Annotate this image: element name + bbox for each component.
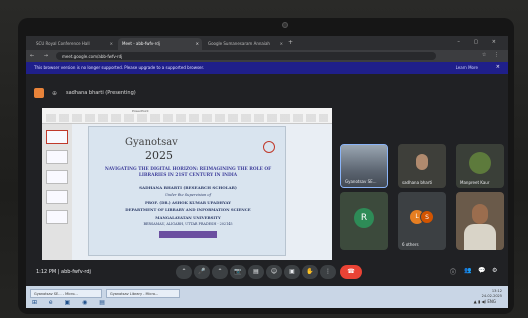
camera-options-button[interactable]: ⌃ [212,265,228,279]
new-tab-button[interactable]: + [288,39,293,46]
slide-thumbnail [46,130,68,144]
meet-controls-bar: 1:12 PM | abb-fwfv-rdj ⌃ 🎤 ⌃ 📷 ▤ ☺ ▣ ✋ ⋮… [26,260,508,286]
camera-button[interactable]: 📷 [230,265,246,279]
taskbar-window-button[interactable]: Gyanotsav Library - Micro... [106,289,180,298]
slide-department: DEPARTMENT OF LIBRARY AND INFORMATION SC… [125,207,251,212]
close-infobar-icon[interactable]: × [496,64,500,70]
slide-thumbnail [46,170,68,184]
others-tile[interactable]: L S 6 others [398,192,446,250]
meeting-code: abb-fwfv-rdj [61,269,91,275]
participant-name: Manpreet Kaur [460,180,490,185]
present-button[interactable]: ▣ [284,265,300,279]
system-tray[interactable]: ▲ ▮ ◀) ENG [474,299,496,304]
university-emblem-icon [263,141,275,153]
participant-name: Gyanotsav SE... [345,179,377,184]
presenter-avatar [34,88,44,98]
browser-tab-strip: SCU Royal Conference Hall × Meet - abb-f… [26,36,508,50]
tab-label: Meet - abb-fwfv-rdj [122,41,160,46]
url-field[interactable]: meet.google.com/abb-fwfv-rdj [56,52,436,60]
tab-meet[interactable]: Meet - abb-fwfv-rdj × [118,38,202,50]
current-slide: Gyanotsav 2025 NAVIGATING THE DIGITAL HO… [88,126,286,256]
slide-university: MANGALAYATAN UNIVERSITY [155,215,221,220]
laptop-screen: SCU Royal Conference Hall × Meet - abb-f… [26,36,508,308]
others-count: 6 others [402,242,419,247]
participant-tile[interactable]: R [340,192,388,250]
slide-thumbnail [46,190,68,204]
meeting-time: 1:12 PM [36,269,57,275]
tab-scu-conference[interactable]: SCU Royal Conference Hall × [32,38,116,50]
shared-screen: PowerPoint Gyanotsav 2025 NAVIGATING THE… [42,108,332,260]
pin-icon[interactable]: ⊕ [52,90,57,97]
people-icon[interactable]: 👥 [464,267,471,274]
browser-menu-icon[interactable]: ☆ ⋮ [482,52,502,58]
unsupported-browser-infobar: This browser version is no longer suppor… [26,62,508,74]
close-tab-icon[interactable]: × [196,41,199,46]
slide-thumbnail [46,210,68,224]
raise-hand-button[interactable]: ✋ [302,265,318,279]
taskbar-clock[interactable]: 13:12 24-02-2025 [482,289,502,299]
infobar-message: This browser version is no longer suppor… [34,65,205,70]
slide-supervision: Under the Supervision of [165,193,211,197]
participant-face [472,204,488,224]
slide-thumbnails [42,124,72,260]
participant-avatar: R [354,208,374,228]
taskbar-pinned-icons[interactable]: ⊞ e ▣ ◉ ▤ [32,299,110,306]
tab-google[interactable]: Google Sumanesaram Annaiah × [204,38,286,50]
university-banner [159,231,217,238]
close-tab-icon[interactable]: × [110,41,113,46]
slide-year: 2025 [145,149,173,162]
more-options-button[interactable]: ⋮ [320,265,336,279]
participant-avatar: S [420,210,434,224]
emoji-button[interactable]: ☺ [266,265,282,279]
taskbar-window-button[interactable]: Gyanotsav SE... - Micro... [30,289,102,298]
tab-label: Google Sumanesaram Annaiah [208,41,270,46]
participant-avatar [469,152,491,174]
webcam [282,22,288,28]
mic-options-button[interactable]: ⌃ [176,265,192,279]
presenter-label: sadhana bharti (Presenting) [66,90,136,96]
participant-tile[interactable]: sadhana bharti [398,144,446,188]
participant-video [464,224,496,250]
clock-date: 24-02-2025 [481,294,502,298]
slide-scholar: SADHANA BHARTI (RESEARCH SCHOLAR) [139,185,237,190]
close-tab-icon[interactable]: × [280,41,283,46]
participant-tile[interactable]: Manpreet Kaur [456,144,504,188]
slide-heading: NAVIGATING THE DIGITAL HORIZON: REIMAGIN… [104,167,272,178]
info-icon[interactable]: ⓘ [450,267,456,276]
end-call-button[interactable]: ☎ [340,265,362,279]
participant-video [416,154,428,170]
separator: | [57,269,60,275]
participant-tile[interactable]: Gyanotsav SE... [340,144,388,188]
meeting-time-and-code: 1:12 PM | abb-fwfv-rdj [36,269,91,275]
photo-background: SCU Royal Conference Hall × Meet - abb-f… [0,0,528,318]
chat-icon[interactable]: 💬 [478,267,485,274]
window-controls[interactable]: – ▢ × [457,39,502,45]
activities-icon[interactable]: ⚙ [492,267,497,274]
participant-tile[interactable] [456,192,504,250]
windows-taskbar: Gyanotsav SE... - Micro... Gyanotsav Lib… [26,286,508,308]
slide-professor: PROF. (DR.) ASHOK KUMAR UPADHYAY [145,200,231,205]
slide-thumbnail [46,150,68,164]
participant-name: sadhana bharti [402,180,433,185]
tab-label: SCU Royal Conference Hall [36,41,90,46]
mic-button[interactable]: 🎤 [194,265,210,279]
captions-button[interactable]: ▤ [248,265,264,279]
slide-title: Gyanotsav [125,137,178,148]
learn-more-link[interactable]: Learn More [456,65,478,70]
slide-place: BERSAMAU, ALIGARH, UTTAR PRADESH - 20214… [143,222,233,226]
address-bar-row: ← → ⟳ meet.google.com/abb-fwfv-rdj ☆ ⋮ [26,50,508,62]
powerpoint-ribbon: PowerPoint [42,108,332,124]
ribbon-tools [46,114,328,122]
meet-window: ⊕ sadhana bharti (Presenting) PowerPoint [26,74,508,286]
powerpoint-title: PowerPoint [132,109,149,113]
